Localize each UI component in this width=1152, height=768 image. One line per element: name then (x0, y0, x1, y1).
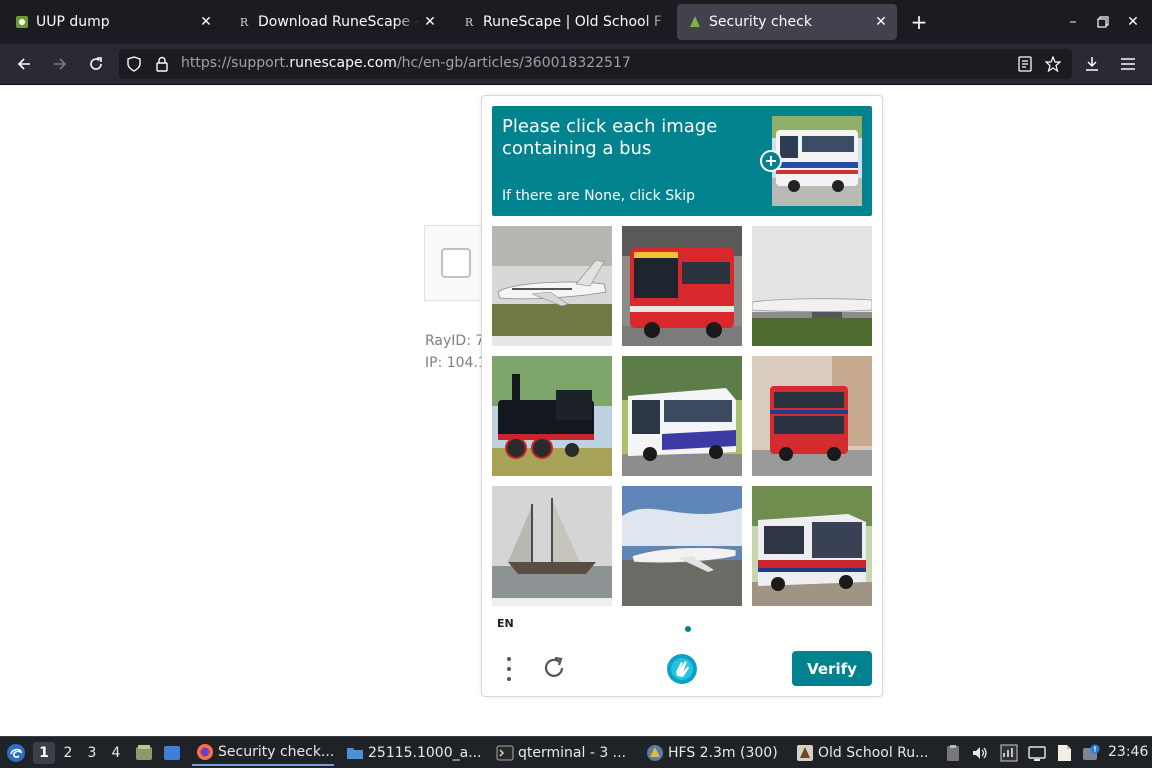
image-cell-airplane[interactable] (622, 486, 742, 606)
new-tab-plus-icon[interactable]: + (906, 10, 932, 34)
update-notification-icon[interactable] (1082, 744, 1100, 762)
close-tab-icon[interactable]: ✕ (871, 12, 891, 32)
tab-uup-dump[interactable]: UUP dump ✕ (4, 4, 222, 40)
minimize-icon[interactable]: – (1061, 10, 1085, 34)
task-old-school[interactable]: Old School Ru... (792, 740, 934, 766)
window-close-icon[interactable]: ✕ (1121, 10, 1145, 34)
navigation-bar: https://support.runescape.com/hc/en-gb/a… (0, 44, 1152, 85)
start-menu-icon[interactable] (6, 743, 26, 763)
security-check-favicon-icon (687, 14, 703, 30)
workspace-4[interactable]: 4 (105, 742, 127, 764)
restore-icon[interactable] (1091, 10, 1115, 34)
hfs-app-icon (646, 744, 664, 762)
image-cell-sailboat[interactable] (492, 486, 612, 606)
more-options-icon[interactable] (500, 654, 518, 684)
ip-text: IP: 104.1 (425, 355, 487, 371)
taskbar: 1 2 3 4 Security check... 25115.1000_a..… (0, 736, 1152, 768)
challenge-prompt: Please click each image containing a bus (502, 116, 718, 159)
tab-title: UUP dump (36, 14, 110, 30)
task-firefox-security-check[interactable]: Security check... (192, 740, 334, 766)
tab-title: Security check (709, 14, 812, 30)
task-folder[interactable]: 25115.1000_a... (342, 740, 484, 766)
folder-icon (346, 744, 364, 762)
runescape-app-icon (796, 744, 814, 762)
display-tray-icon[interactable] (1028, 744, 1046, 762)
lock-icon[interactable] (153, 55, 171, 73)
clipboard-tray-icon[interactable] (944, 744, 962, 762)
image-cell-red-double-decker-bus[interactable] (752, 356, 872, 476)
refresh-challenge-icon[interactable] (540, 654, 568, 682)
hcaptcha-challenge: Please click each image containing a bus… (481, 95, 883, 697)
close-tab-icon[interactable]: ✕ (420, 12, 440, 32)
image-cell-red-bus[interactable] (622, 226, 742, 346)
tab-old-school[interactable]: R RuneScape | Old School F (451, 4, 673, 40)
image-cell-airplane[interactable] (752, 226, 872, 346)
challenge-header: Please click each image containing a bus… (492, 106, 872, 216)
tab-download-runescape[interactable]: R Download RuneScape - R ✕ (226, 4, 446, 40)
task-qterminal[interactable]: qterminal - 3 ... (492, 740, 634, 766)
hcaptcha-logo-icon[interactable] (665, 652, 699, 686)
verify-button[interactable]: Verify (792, 651, 872, 686)
reload-icon[interactable] (82, 50, 110, 78)
desktop-launcher-icon[interactable] (163, 744, 181, 762)
runescape-favicon-icon: R (464, 15, 474, 29)
task-label: 25115.1000_a... (368, 745, 482, 761)
task-hfs[interactable]: HFS 2.3m (300) (642, 740, 784, 766)
task-label: Old School Ru... (818, 745, 929, 761)
tab-strip: UUP dump ✕ R Download RuneScape - R ✕ R … (0, 0, 1152, 44)
network-tray-icon[interactable] (1000, 744, 1018, 762)
tab-security-check[interactable]: Security check ✕ (677, 4, 897, 40)
uup-favicon-icon (14, 14, 30, 30)
file-manager-launcher-icon[interactable] (135, 744, 153, 762)
image-cell-bus[interactable] (752, 486, 872, 606)
reader-view-icon[interactable] (1011, 50, 1039, 78)
tab-title: Download RuneScape - R (258, 14, 420, 30)
hamburger-menu-icon[interactable] (1114, 50, 1142, 78)
page-indicator-dot (685, 626, 691, 632)
runescape-favicon-icon: R (239, 15, 249, 29)
workspace-3[interactable]: 3 (81, 742, 103, 764)
notes-tray-icon[interactable] (1055, 744, 1073, 762)
close-tab-icon[interactable]: ✕ (196, 12, 216, 32)
task-label: qterminal - 3 ... (518, 745, 627, 761)
image-cell-airplane[interactable] (492, 226, 612, 346)
challenge-hint: If there are None, click Skip (502, 188, 696, 204)
tab-title: RuneScape | Old School F (483, 14, 662, 30)
clock[interactable]: 23:46 (1108, 744, 1148, 760)
language-selector[interactable]: EN (497, 617, 514, 630)
shield-icon[interactable] (125, 55, 143, 73)
volume-icon[interactable] (971, 744, 989, 762)
workspace-1[interactable]: 1 (33, 742, 55, 764)
forward-arrow-icon[interactable] (46, 50, 74, 78)
firefox-icon (196, 743, 214, 761)
back-arrow-icon[interactable] (10, 50, 38, 78)
image-cell-white-bus[interactable] (622, 356, 742, 476)
task-label: Security check... (218, 744, 335, 760)
image-cell-steam-locomotive[interactable] (492, 356, 612, 476)
url-text[interactable]: https://support.runescape.com/hc/en-gb/a… (181, 55, 631, 71)
workspace-2[interactable]: 2 (57, 742, 79, 764)
terminal-icon (496, 744, 514, 762)
task-label: HFS 2.3m (300) (668, 745, 778, 761)
ray-id-text: RayID: 7 (425, 333, 485, 349)
challenge-checkbox[interactable] (441, 248, 471, 278)
downloads-icon[interactable] (1078, 50, 1106, 78)
example-bus-image (772, 116, 862, 206)
add-example-plus-icon: + (760, 150, 782, 172)
challenge-widget (424, 225, 484, 301)
url-bar[interactable]: https://support.runescape.com/hc/en-gb/a… (119, 49, 1072, 79)
bookmark-star-icon[interactable] (1039, 50, 1067, 78)
